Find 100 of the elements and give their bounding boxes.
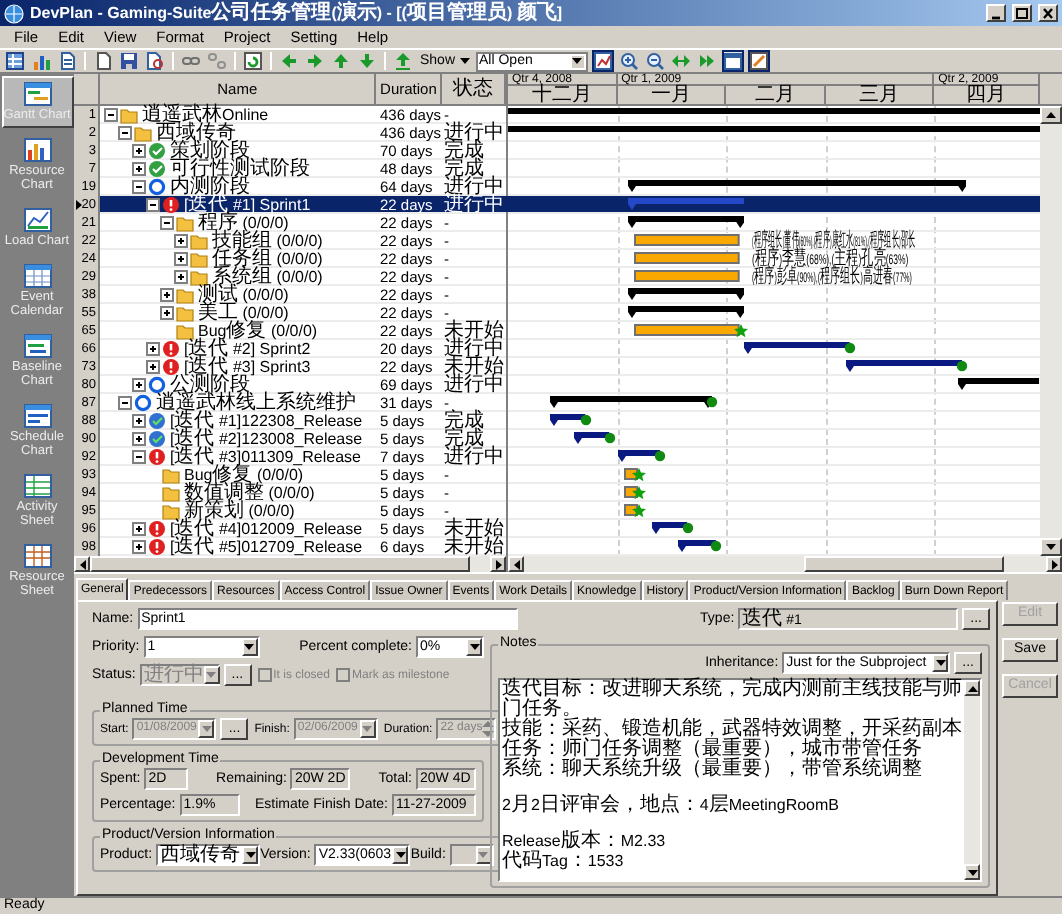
close-button[interactable] xyxy=(1038,4,1058,22)
refresh-icon[interactable] xyxy=(244,52,262,70)
task-name[interactable]: [迭代 #2]123008_Release xyxy=(168,429,363,447)
summary-bar[interactable] xyxy=(627,216,745,228)
iteration-bar[interactable] xyxy=(744,342,850,354)
notes-field[interactable]: 迭代目标：改进聊天系统，完成内测前主线技能与师门任务。 技能：采药、锻造机能，武器特效调整，开采药副本 任务：师门任务调整（最重要），城市带管任务 系统：聊天系统升级（最重要），带管系统调整 2月2日评审会，地点：4层MeetingRoomB Release版本：M2.33 代码Tag：1533 xyxy=(498,678,982,882)
scroll-up-button[interactable] xyxy=(964,680,980,696)
expand-icon[interactable] xyxy=(132,143,146,157)
collapse-icon[interactable] xyxy=(118,395,132,409)
task-name[interactable]: 测试 (0/0/0) xyxy=(196,285,289,303)
zoom-in-icon[interactable] xyxy=(619,52,638,70)
task-name[interactable]: Bug修复 (0/0/0) xyxy=(196,321,318,339)
collapse-icon[interactable] xyxy=(118,125,132,139)
iteration-bar[interactable] xyxy=(846,360,963,372)
iteration-bar[interactable] xyxy=(677,540,716,552)
task-name[interactable]: [迭代 #4]012009_Release xyxy=(168,519,363,537)
expand-icon[interactable] xyxy=(174,233,188,247)
link-icon[interactable] xyxy=(182,52,200,70)
task-name[interactable]: [迭代 #2] Sprint2 xyxy=(182,339,311,357)
task-name[interactable]: 公测阶段 xyxy=(168,375,250,393)
summary-bar[interactable] xyxy=(627,180,966,192)
iteration-bar[interactable] xyxy=(617,450,660,462)
iteration-bar[interactable] xyxy=(550,414,586,426)
task-name[interactable]: [迭代 #3]011309_Release xyxy=(168,447,361,465)
zoom-out-icon[interactable] xyxy=(645,52,664,70)
bar-chart-icon[interactable] xyxy=(32,52,50,70)
expand-icon[interactable] xyxy=(174,269,188,283)
expand-icon[interactable] xyxy=(160,305,174,319)
expand-icon[interactable] xyxy=(160,287,174,301)
expand-icon[interactable] xyxy=(132,161,146,175)
document-icon[interactable] xyxy=(58,52,76,70)
alert-icon xyxy=(162,357,180,375)
iteration-bar[interactable] xyxy=(652,522,688,534)
task-name[interactable]: 可行性测试阶段 xyxy=(168,159,310,177)
task-name[interactable]: 数值调整 (0/0/0) xyxy=(182,483,315,501)
expand-icon[interactable] xyxy=(146,359,160,373)
task-name[interactable]: 程序 (0/0/0) xyxy=(196,213,289,231)
selected-row[interactable] xyxy=(508,196,1040,214)
task-name[interactable]: 逍遥武林Online xyxy=(140,105,269,123)
column-header[interactable]: 状态 xyxy=(442,74,506,106)
task-name[interactable]: [迭代 #3] Sprint3 xyxy=(182,357,311,375)
collapse-icon[interactable] xyxy=(132,449,146,463)
summary-bar[interactable] xyxy=(958,378,1040,390)
expand-icon[interactable] xyxy=(132,539,146,553)
new-document-icon[interactable] xyxy=(94,52,112,70)
scroll-down-button[interactable] xyxy=(964,864,980,880)
scroll-left-button[interactable] xyxy=(508,556,524,572)
minimize-button[interactable] xyxy=(986,4,1006,22)
task-name[interactable]: 西域传奇 xyxy=(154,123,236,141)
scroll-up-button[interactable] xyxy=(1040,106,1062,124)
expand-icon[interactable] xyxy=(132,413,146,427)
iteration-bar[interactable] xyxy=(574,432,611,444)
scroll-left-button[interactable] xyxy=(74,556,90,572)
task-name[interactable]: 逍遥武林线上系统维护 xyxy=(154,393,356,411)
task-name[interactable]: Bug修复 (0/0/0) xyxy=(182,465,304,483)
task-bar[interactable] xyxy=(634,252,741,264)
collapse-icon[interactable] xyxy=(104,107,118,121)
collapse-icon[interactable] xyxy=(160,215,174,229)
scroll-right-button[interactable] xyxy=(490,556,506,572)
summary-bar[interactable] xyxy=(508,126,1040,138)
task-name[interactable]: 系统组 (0/0/0) xyxy=(210,267,323,285)
expand-icon[interactable] xyxy=(146,341,160,355)
toggle-button[interactable] xyxy=(721,50,744,72)
task-name[interactable]: 美工 (0/0/0) xyxy=(196,303,289,321)
grid-icon[interactable] xyxy=(6,52,24,70)
task-name[interactable]: [迭代 #1]122308_Release xyxy=(168,411,363,429)
task-name[interactable]: 策划阶段 xyxy=(168,141,250,159)
caret-icon xyxy=(245,852,256,858)
close-icon xyxy=(1040,6,1056,20)
caret-icon xyxy=(244,644,255,650)
collapse-icon[interactable] xyxy=(146,197,160,211)
scroll-right-button[interactable] xyxy=(1046,556,1062,572)
task-name[interactable]: [迭代 #5]012709_Release xyxy=(168,537,363,555)
task-name[interactable]: 技能组 (0/0/0) xyxy=(210,231,323,249)
status-cell: 未开始 xyxy=(444,537,504,555)
document-search-icon[interactable] xyxy=(146,52,164,70)
down-arrow-icon xyxy=(967,869,977,875)
task-name[interactable]: 任务组 (0/0/0) xyxy=(210,249,323,267)
task-name[interactable]: 新策划 (0/0/0) xyxy=(182,501,295,519)
toggle-button[interactable] xyxy=(747,50,770,72)
task-name[interactable]: [迭代 #1] Sprint1 xyxy=(182,195,311,213)
status-cell: 完成 xyxy=(444,141,484,159)
expand-icon[interactable] xyxy=(132,521,146,535)
toggle-button[interactable] xyxy=(591,50,614,72)
collapse-icon[interactable] xyxy=(132,179,146,193)
summary-bar[interactable] xyxy=(508,108,1040,120)
alert-icon xyxy=(148,447,166,465)
right-arrow-icon xyxy=(495,559,501,569)
summary-bar[interactable] xyxy=(627,306,745,318)
summary-bar[interactable] xyxy=(627,288,745,300)
expand-icon[interactable] xyxy=(174,251,188,265)
scrollbar-thumb[interactable] xyxy=(804,556,1004,572)
dropdown[interactable]: 西域传奇 xyxy=(156,844,261,866)
expand-icon[interactable] xyxy=(132,377,146,391)
expand-icon[interactable] xyxy=(132,431,146,445)
maximize-button[interactable] xyxy=(1012,4,1032,22)
save-icon[interactable] xyxy=(120,52,138,70)
summary-bar[interactable] xyxy=(550,396,713,408)
task-name[interactable]: 内测阶段 xyxy=(168,177,250,195)
scroll-down-button[interactable] xyxy=(1040,538,1062,556)
